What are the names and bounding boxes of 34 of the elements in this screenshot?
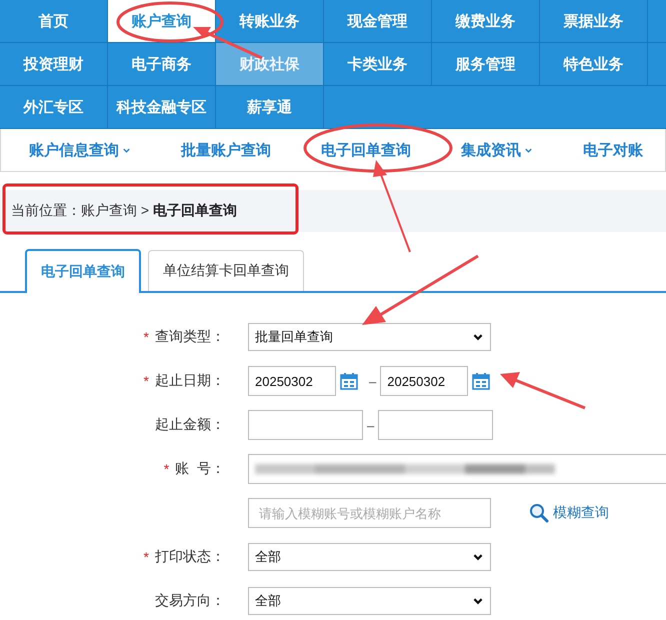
field-label: 交易方向： xyxy=(155,592,225,610)
required-mark: * xyxy=(144,373,149,389)
subnav-link[interactable]: 电子回单查询 xyxy=(321,140,411,160)
field-label: 查询类型： xyxy=(155,328,225,346)
nav-item[interactable]: 财政社保 xyxy=(216,43,324,85)
tab[interactable]: 电子回单查询 xyxy=(25,249,141,293)
fuzzy-search-link[interactable]: 模糊查询 xyxy=(529,503,609,523)
tab[interactable]: 单位结算卡回单查询 xyxy=(148,250,304,291)
field-label: 起止日期： xyxy=(155,372,225,390)
search-icon xyxy=(529,503,549,523)
required-mark: * xyxy=(164,461,170,477)
range-dash: – xyxy=(369,374,376,388)
field-label: 账 号： xyxy=(175,460,225,478)
required-mark: * xyxy=(144,329,149,345)
breadcrumb: 当前位置：账户查询 > 电子回单查询 xyxy=(11,202,237,220)
subnav-link[interactable]: 账户信息查询 xyxy=(29,140,131,160)
subnav-link[interactable]: 集成资讯 xyxy=(461,140,533,160)
subnav-link[interactable]: 批量账户查询 xyxy=(181,140,271,160)
fuzzy-search-field[interactable]: 请输入模糊账号或模糊账户名称 xyxy=(248,498,491,528)
dropdown-select[interactable]: 全部 xyxy=(248,587,491,615)
required-mark: * xyxy=(144,549,149,565)
dropdown-select[interactable]: 全部 xyxy=(248,543,491,571)
field-label: 起止金额： xyxy=(155,416,225,434)
amount-field[interactable] xyxy=(378,410,494,440)
account-field[interactable] xyxy=(248,454,666,484)
calendar-icon[interactable] xyxy=(471,371,492,391)
date-field[interactable]: 20250302 xyxy=(380,366,468,396)
amount-field[interactable] xyxy=(248,410,363,440)
calendar-icon[interactable] xyxy=(339,371,359,391)
dropdown-select[interactable]: 批量回单查询 xyxy=(248,323,491,351)
range-dash: – xyxy=(367,418,374,432)
field-label: 打印状态： xyxy=(155,548,225,566)
date-field[interactable]: 20250302 xyxy=(248,366,336,396)
subnav-link[interactable]: 电子对账 xyxy=(583,140,643,160)
